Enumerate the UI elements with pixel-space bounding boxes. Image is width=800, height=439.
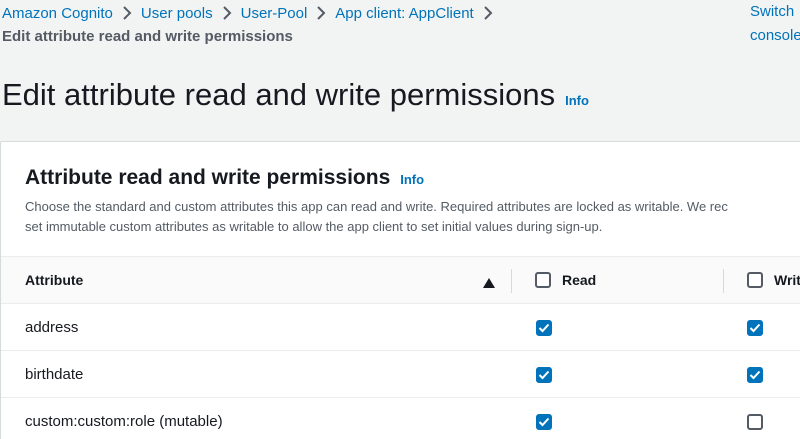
- read-checkbox[interactable]: [536, 367, 552, 383]
- select-all-write-checkbox[interactable]: [747, 272, 763, 288]
- breadcrumb-user-pools[interactable]: User pools: [141, 5, 213, 22]
- table-row: custom:custom:role (mutable): [1, 398, 800, 439]
- attribute-name: custom:custom:role (mutable): [25, 412, 223, 430]
- breadcrumb: Amazon Cognito User pools User-Pool App …: [2, 2, 502, 24]
- breadcrumb-user-pool[interactable]: User-Pool: [241, 5, 308, 22]
- table-header: Attribute Read Writ: [1, 256, 800, 304]
- column-header-write-label: Writ: [774, 272, 800, 288]
- breadcrumb-app-client[interactable]: App client: AppClient: [335, 5, 473, 22]
- chevron-right-icon: [113, 2, 141, 24]
- panel-description-line1: Choose the standard and custom attribute…: [25, 199, 728, 214]
- read-checkbox[interactable]: [536, 414, 552, 430]
- column-header-read-label: Read: [562, 272, 597, 288]
- column-header-write: Writ: [747, 257, 800, 303]
- panel-title-text: Attribute read and write permissions: [25, 166, 391, 189]
- permissions-table: Attribute Read Writ address birthdate cust…: [1, 256, 800, 439]
- column-divider: [511, 269, 512, 293]
- switch-console-link[interactable]: Switch console: [750, 0, 800, 48]
- page-title: Edit attribute read and write permission…: [2, 77, 589, 113]
- sort-ascending-icon[interactable]: [483, 275, 495, 293]
- switch-link-line1: Switch: [750, 3, 795, 20]
- column-header-attribute-label: Attribute: [25, 272, 84, 288]
- read-checkbox[interactable]: [536, 320, 552, 336]
- write-checkbox[interactable]: [747, 367, 763, 383]
- panel-description: Choose the standard and custom attribute…: [25, 197, 800, 237]
- page-title-text: Edit attribute read and write permission…: [2, 77, 556, 112]
- chevron-right-icon: [307, 2, 335, 24]
- panel-description-line2: set immutable custom attributes as writa…: [25, 219, 603, 234]
- breadcrumb-amazon-cognito[interactable]: Amazon Cognito: [2, 5, 113, 22]
- write-checkbox[interactable]: [747, 320, 763, 336]
- column-divider: [723, 269, 724, 293]
- panel-info-link[interactable]: Info: [400, 172, 424, 187]
- permissions-panel: Attribute read and write permissions Inf…: [0, 141, 800, 439]
- attribute-name: birthdate: [25, 365, 84, 383]
- chevron-right-icon: [474, 2, 502, 24]
- breadcrumb-current: Edit attribute read and write permission…: [2, 28, 293, 45]
- page-info-link[interactable]: Info: [565, 93, 589, 108]
- panel-title: Attribute read and write permissions Inf…: [25, 166, 424, 190]
- table-row: birthdate: [1, 351, 800, 398]
- table-body: address birthdate custom:custom:role (muta…: [1, 304, 800, 439]
- chevron-right-icon: [213, 2, 241, 24]
- column-header-read: Read: [535, 257, 596, 303]
- table-row: address: [1, 304, 800, 351]
- select-all-read-checkbox[interactable]: [535, 272, 551, 288]
- write-checkbox[interactable]: [747, 414, 763, 430]
- page: Amazon Cognito User pools User-Pool App …: [0, 0, 800, 439]
- column-header-attribute[interactable]: Attribute: [25, 257, 515, 303]
- switch-link-line2: console: [750, 27, 800, 44]
- attribute-name: address: [25, 318, 79, 336]
